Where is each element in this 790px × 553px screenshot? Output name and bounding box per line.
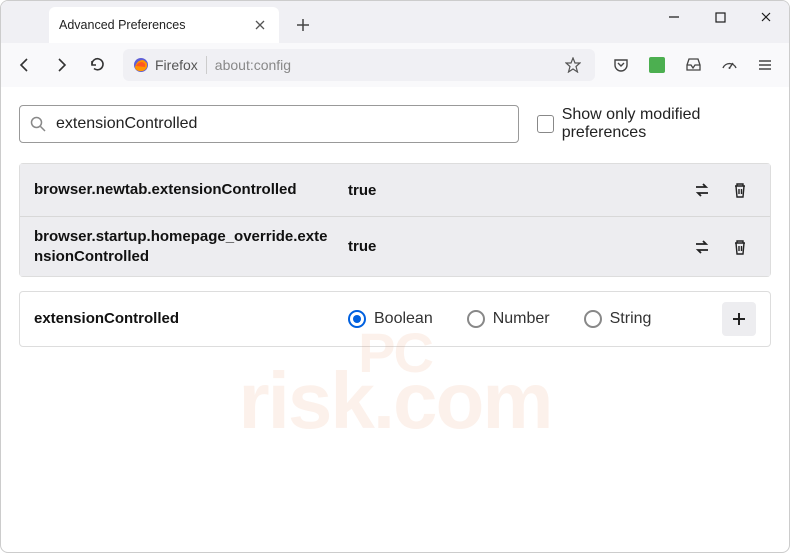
checkbox-label-text: Show only modified preferences xyxy=(562,106,771,142)
reload-button[interactable] xyxy=(81,49,113,81)
gauge-icon[interactable] xyxy=(713,49,745,81)
window-controls xyxy=(651,1,789,33)
toggle-button[interactable] xyxy=(686,174,718,206)
new-tab-button[interactable] xyxy=(287,9,319,41)
pocket-icon[interactable] xyxy=(605,49,637,81)
maximize-button[interactable] xyxy=(697,1,743,33)
add-pref-name: extensionControlled xyxy=(34,309,334,329)
url-bar[interactable]: Firefox about:config xyxy=(123,49,595,81)
radio-icon xyxy=(584,310,602,328)
pref-row: browser.startup.homepage_override.extens… xyxy=(20,216,770,276)
pref-list: browser.newtab.extensionControlled true … xyxy=(19,163,771,277)
page-content: PC risk.com Show only modified preferenc… xyxy=(1,87,789,552)
pref-search-box[interactable] xyxy=(19,105,519,143)
search-icon xyxy=(30,116,46,132)
add-button[interactable] xyxy=(722,302,756,336)
identity-label: Firefox xyxy=(155,57,198,73)
modified-only-toggle[interactable]: Show only modified preferences xyxy=(537,106,771,142)
delete-button[interactable] xyxy=(724,231,756,263)
radio-icon xyxy=(348,310,366,328)
pref-name: browser.startup.homepage_override.extens… xyxy=(34,227,334,266)
search-row: Show only modified preferences xyxy=(19,105,771,143)
close-tab-icon[interactable] xyxy=(251,16,269,34)
pref-name: browser.newtab.extensionControlled xyxy=(34,180,334,200)
type-radio-group: Boolean Number String xyxy=(348,310,708,328)
bookmark-star-icon[interactable] xyxy=(561,57,585,73)
tab-title: Advanced Preferences xyxy=(59,18,251,32)
pref-search-input[interactable] xyxy=(56,115,508,133)
app-menu-button[interactable] xyxy=(749,49,781,81)
url-text: about:config xyxy=(215,57,553,73)
browser-window: Advanced Preferences Firefox about:confi… xyxy=(0,0,790,553)
checkbox-icon xyxy=(537,115,554,133)
radio-icon xyxy=(467,310,485,328)
pref-row: browser.newtab.extensionControlled true xyxy=(20,164,770,216)
identity-box[interactable]: Firefox xyxy=(133,57,198,73)
firefox-logo-icon xyxy=(133,57,149,73)
extension-icon[interactable] xyxy=(641,49,673,81)
delete-button[interactable] xyxy=(724,174,756,206)
radio-number[interactable]: Number xyxy=(467,310,550,328)
radio-string[interactable]: String xyxy=(584,310,652,328)
minimize-button[interactable] xyxy=(651,1,697,33)
back-button[interactable] xyxy=(9,49,41,81)
titlebar: Advanced Preferences xyxy=(1,1,789,43)
close-window-button[interactable] xyxy=(743,1,789,33)
toggle-button[interactable] xyxy=(686,231,718,263)
browser-tab[interactable]: Advanced Preferences xyxy=(49,7,279,43)
pref-value: true xyxy=(348,238,672,255)
navigation-toolbar: Firefox about:config xyxy=(1,43,789,87)
inbox-icon[interactable] xyxy=(677,49,709,81)
forward-button[interactable] xyxy=(45,49,77,81)
urlbar-separator xyxy=(206,56,207,74)
radio-boolean[interactable]: Boolean xyxy=(348,310,433,328)
add-pref-row: extensionControlled Boolean Number Strin… xyxy=(19,291,771,347)
pref-value: true xyxy=(348,182,672,199)
